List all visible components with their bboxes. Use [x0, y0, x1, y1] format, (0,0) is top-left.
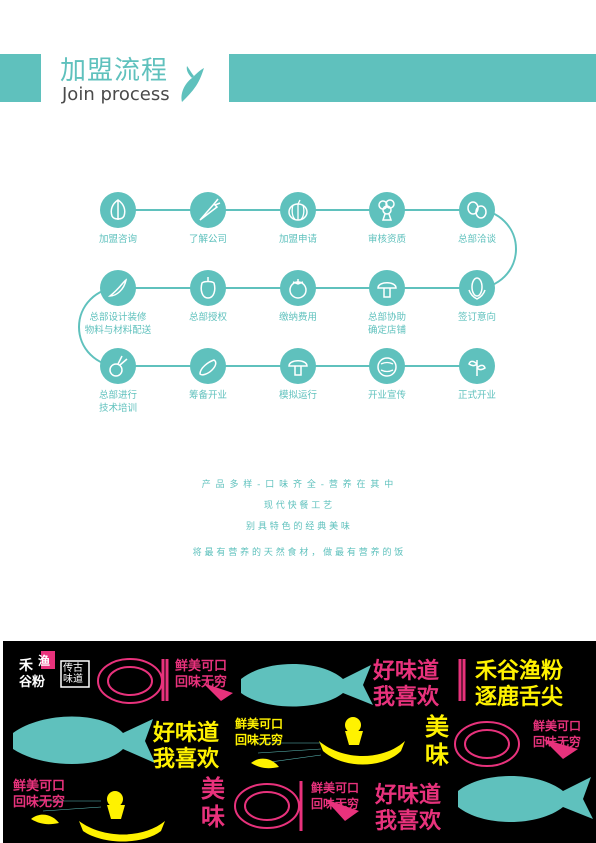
slogan-taste-6: 我喜欢 — [375, 809, 442, 834]
pepper-icon — [190, 270, 226, 306]
tagline-1: 产 品 多 样 - 口 味 齐 全 - 营 养 在 其 中 — [201, 480, 395, 490]
step-label: 总部协助 确定店铺 — [367, 312, 406, 336]
promo-banner: 禾 渔 谷粉 传古味道 鲜美可口 回味无穷 好味道 我喜欢 禾谷渔粉 逐鹿舌尖 … — [3, 641, 596, 843]
herb-icon — [459, 348, 495, 384]
corn-icon — [459, 270, 495, 306]
broccoli-icon — [369, 192, 405, 228]
step-label: 总部洽谈 — [457, 234, 496, 245]
step-label: 总部授权 — [188, 312, 227, 323]
step-label: 正式开业 — [457, 390, 496, 401]
slogan-fresh-6: 回味无穷 — [533, 735, 582, 749]
slogan-taste-4: 我喜欢 — [153, 747, 220, 772]
step-label: 总部进行 技术培训 — [98, 390, 137, 414]
slogan-fresh-10: 回味无穷 — [311, 797, 360, 811]
tagline-2: 现 代 快 餐 工 艺 — [263, 501, 333, 511]
step-label: 审核资质 — [367, 234, 406, 245]
slogan-fresh-9: 鲜美可口 — [311, 781, 360, 795]
seal-text: 传古味道 — [63, 663, 83, 685]
pumpkin-icon — [280, 192, 316, 228]
mushroom-icon — [280, 348, 316, 384]
slogan-brand-2: 逐鹿舌尖 — [475, 685, 564, 710]
step-label: 加盟咨询 — [98, 234, 137, 245]
slogan-delicious-1: 美味 — [425, 713, 449, 769]
garlic-icon — [100, 192, 136, 228]
brand-name-bottom: 谷粉 — [19, 675, 46, 690]
step-label: 加盟申请 — [278, 234, 317, 245]
brand-name-mark: 渔 — [38, 654, 51, 668]
tomato-icon — [280, 270, 316, 306]
tagline-4: 将 最 有 营 养 的 天 然 食 材 ， 做 最 有 营 养 的 饭 — [192, 548, 404, 558]
step-label: 总部设计装修 物料与材料配送 — [84, 312, 152, 336]
step-label: 了解公司 — [188, 234, 227, 245]
slogan-delicious-2: 美味 — [201, 775, 225, 831]
step-label: 缴纳费用 — [278, 312, 317, 323]
step-label: 开业宣传 — [367, 390, 406, 401]
slogan-taste-2: 我喜欢 — [373, 685, 440, 710]
eggplant-icon — [190, 348, 226, 384]
peas-icon — [459, 192, 495, 228]
tagline-3: 别 具 特 色 的 经 典 美 味 — [246, 522, 350, 532]
step-label: 模拟运行 — [278, 390, 317, 401]
mushroom-icon — [369, 270, 405, 306]
cabbage-icon — [369, 348, 405, 384]
chili-icon — [100, 270, 136, 306]
slogan-fresh-5: 鲜美可口 — [533, 719, 582, 733]
slogan-fresh-8: 回味无穷 — [13, 795, 66, 810]
slogan-fresh-3: 鲜美可口 — [235, 717, 284, 731]
radish-icon — [100, 348, 136, 384]
slogan-fresh-2: 回味无穷 — [175, 675, 228, 690]
step-label: 签订意向 — [457, 312, 496, 323]
step-label: 筹备开业 — [188, 390, 227, 401]
carrot-icon — [190, 192, 226, 228]
slogan-fresh-4: 回味无穷 — [235, 733, 284, 747]
